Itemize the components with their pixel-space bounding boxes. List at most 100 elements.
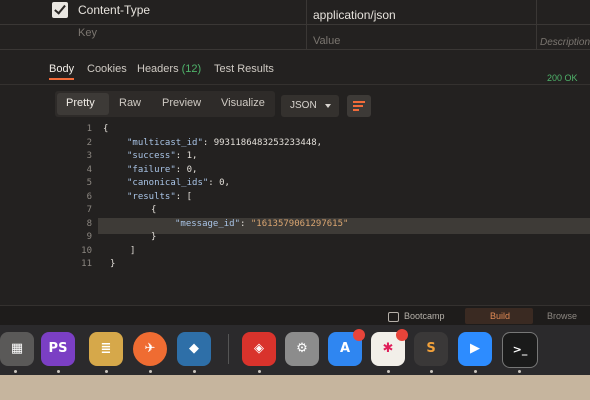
wrap-icon-line: [353, 105, 363, 107]
header-row-content-type: Content-Type application/json: [0, 0, 590, 25]
json-key: "multicast_id": [127, 138, 203, 148]
browse-button[interactable]: Browse: [547, 311, 577, 321]
code-line: {: [151, 205, 157, 215]
settings-glyph: ⚙: [296, 341, 308, 356]
line-number: 4: [86, 165, 92, 175]
laptop-bezel: [0, 375, 590, 400]
json-value: 0: [219, 178, 225, 188]
terminal-icon[interactable]: >_: [502, 332, 538, 368]
zoom-icon[interactable]: ▶: [458, 332, 492, 366]
chevron-down-icon: [325, 104, 331, 108]
json-value: 9931186483253233448: [213, 138, 317, 148]
json-value: 1: [186, 151, 193, 161]
line-number: 10: [81, 246, 92, 256]
code-line: "failure": 0,: [127, 165, 198, 175]
header-row-new: Key Value Description: [0, 25, 590, 50]
sublime-glyph: S: [426, 341, 436, 356]
git-icon[interactable]: ◈: [242, 332, 276, 366]
git-glyph: ◈: [254, 341, 264, 356]
postman-glyph: ✈: [144, 341, 156, 356]
mysql-workbench-icon[interactable]: ◆: [177, 332, 211, 366]
line-number: 3: [86, 151, 92, 161]
code-line: "results": [: [127, 192, 193, 202]
tab-body[interactable]: Body: [49, 63, 75, 80]
code-line: "multicast_id": 9931186483253233448,: [127, 138, 323, 148]
raw-button[interactable]: Raw: [119, 97, 141, 109]
tab-headers-label: Headers: [137, 63, 179, 75]
calculator-icon[interactable]: ▦: [0, 332, 34, 366]
database-glyph: ≣: [100, 341, 112, 356]
line-number: 9: [86, 232, 92, 242]
wrap-icon: [353, 101, 365, 103]
dock: ▦ PS ≣ ✈ ◆ ◈ ⚙ A ✱ S ▶ >_: [0, 325, 590, 375]
settings-icon[interactable]: ⚙: [285, 332, 319, 366]
status-badge: 200 OK: [547, 73, 578, 83]
tab-test-results[interactable]: Test Results: [214, 63, 274, 75]
checkbox-icon[interactable]: [52, 2, 68, 18]
sublime-icon[interactable]: S: [414, 332, 448, 366]
code-line: "message_id": "1613579061297615": [175, 219, 349, 229]
json-key: "message_id": [175, 219, 241, 229]
line-number: 5: [86, 178, 92, 188]
running-indicator: [258, 370, 261, 373]
running-indicator: [387, 370, 390, 373]
line-number: 7: [86, 205, 92, 215]
json-value: "1613579061297615": [250, 219, 349, 229]
running-indicator: [149, 370, 152, 373]
line-number: 6: [86, 192, 92, 202]
preview-button[interactable]: Preview: [162, 97, 201, 109]
column-divider: [306, 0, 307, 50]
running-indicator: [474, 370, 477, 373]
view-mode-toolbar: Pretty Raw Preview Visualize: [55, 91, 275, 117]
phpstorm-icon[interactable]: PS: [41, 332, 75, 366]
wrap-icon-line: [353, 109, 359, 111]
header-value[interactable]: application/json: [313, 8, 396, 22]
dock-separator: [228, 334, 229, 364]
value-input[interactable]: Value: [313, 35, 340, 47]
line-number: 11: [81, 259, 92, 269]
code-line: {: [103, 124, 109, 134]
notification-badge: [353, 329, 365, 341]
slack-icon[interactable]: ✱: [371, 329, 408, 366]
database-icon[interactable]: ≣: [89, 332, 123, 366]
divider: [0, 84, 590, 85]
running-indicator: [193, 370, 196, 373]
build-button[interactable]: Build: [465, 308, 533, 324]
json-key: "success": [127, 151, 176, 161]
tab-cookies[interactable]: Cookies: [87, 63, 127, 75]
line-number: 1: [86, 124, 92, 134]
key-input[interactable]: Key: [78, 27, 97, 39]
code-line: ]: [130, 246, 136, 256]
line-number: 2: [86, 138, 92, 148]
notification-badge: [396, 329, 408, 341]
running-indicator: [430, 370, 433, 373]
mysql-glyph: ◆: [189, 341, 199, 356]
json-key: "failure": [127, 165, 176, 175]
running-indicator: [14, 370, 17, 373]
json-key: "canonical_ids": [127, 178, 209, 188]
response-tabs: Body Cookies Headers (12) Test Results 2…: [0, 58, 590, 84]
terminal-glyph: >_: [512, 343, 528, 356]
phpstorm-glyph: PS: [48, 341, 68, 356]
app-store-icon[interactable]: A: [328, 329, 365, 366]
description-input[interactable]: Description: [540, 37, 590, 48]
postman-icon[interactable]: ✈: [133, 332, 167, 366]
code-line: }: [151, 232, 157, 242]
bootcamp-button[interactable]: Bootcamp: [404, 311, 445, 321]
wrap-lines-button[interactable]: [347, 95, 371, 117]
format-select-value: JSON: [290, 100, 317, 111]
headers-count-badge: (12): [181, 63, 202, 75]
format-select[interactable]: JSON: [281, 95, 339, 117]
calculator-glyph: ▦: [10, 341, 24, 356]
json-value: 0: [186, 165, 193, 175]
header-key[interactable]: Content-Type: [78, 3, 150, 17]
tab-headers[interactable]: Headers (12): [137, 63, 201, 75]
visualize-button[interactable]: Visualize: [221, 97, 265, 109]
build-label: Build: [490, 311, 511, 321]
code-line: "success": 1,: [127, 151, 198, 161]
pretty-button[interactable]: Pretty: [66, 97, 95, 109]
code-line: }: [110, 259, 116, 269]
running-indicator: [518, 370, 521, 373]
postman-window: Content-Type application/json Key Value …: [0, 0, 590, 330]
code-line: "canonical_ids": 0,: [127, 178, 230, 188]
